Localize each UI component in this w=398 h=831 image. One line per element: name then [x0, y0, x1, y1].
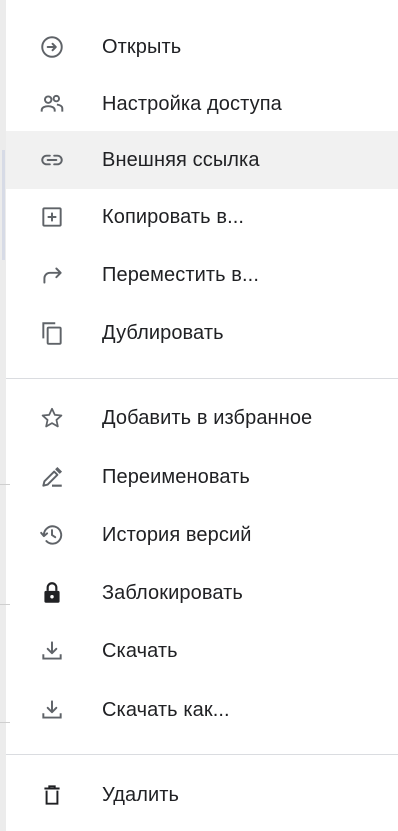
menu-item-share[interactable]: Настройка доступа — [6, 75, 398, 133]
rename-pencil-icon — [37, 462, 67, 492]
menu-item-label: Дублировать — [102, 321, 224, 344]
menu-item-label: Скачать как... — [102, 698, 230, 721]
history-icon — [37, 520, 67, 550]
star-outline-icon — [37, 403, 67, 433]
menu-item-move-to[interactable]: Переместить в... — [6, 246, 398, 304]
open-with-icon — [37, 32, 67, 62]
menu-item-external-link[interactable]: Внешняя ссылка — [6, 131, 398, 189]
move-arrow-icon — [37, 260, 67, 290]
lock-icon — [37, 578, 67, 608]
menu-item-open[interactable]: Открыть — [6, 18, 398, 76]
menu-item-label: Внешняя ссылка — [102, 148, 260, 171]
menu-item-label: Копировать в... — [102, 205, 245, 228]
menu-item-download[interactable]: Скачать — [6, 622, 398, 680]
selected-row-accent — [2, 150, 5, 260]
menu-item-label: Настройка доступа — [102, 92, 282, 115]
menu-item-label: Переименовать — [102, 465, 250, 488]
menu-item-label: Заблокировать — [102, 581, 243, 604]
menu-item-download-as[interactable]: Скачать как... — [6, 681, 398, 739]
menu-item-label: Переместить в... — [102, 263, 259, 286]
menu-item-label: Скачать — [102, 639, 178, 662]
context-menu: Открыть Настройка доступа Внешняя ссылка… — [0, 0, 398, 831]
menu-item-delete[interactable]: Удалить — [6, 766, 398, 824]
trash-icon — [37, 780, 67, 810]
menu-item-duplicate[interactable]: Дублировать — [6, 304, 398, 362]
duplicate-icon — [37, 318, 67, 348]
menu-divider — [6, 378, 398, 379]
download-as-icon — [37, 695, 67, 725]
menu-item-label: Добавить в избранное — [102, 406, 313, 429]
menu-item-add-to-favorites[interactable]: Добавить в избранное — [6, 389, 398, 447]
add-box-icon — [37, 202, 67, 232]
menu-item-label: Открыть — [102, 35, 182, 58]
menu-item-rename[interactable]: Переименовать — [6, 448, 398, 506]
menu-divider — [6, 754, 398, 755]
download-icon — [37, 636, 67, 666]
menu-item-label: История версий — [102, 523, 252, 546]
menu-item-version-history[interactable]: История версий — [6, 506, 398, 564]
menu-item-lock[interactable]: Заблокировать — [6, 564, 398, 622]
menu-item-label: Удалить — [102, 783, 180, 806]
menu-item-copy-to[interactable]: Копировать в... — [6, 188, 398, 246]
share-people-icon — [37, 89, 67, 119]
link-icon — [37, 145, 67, 175]
